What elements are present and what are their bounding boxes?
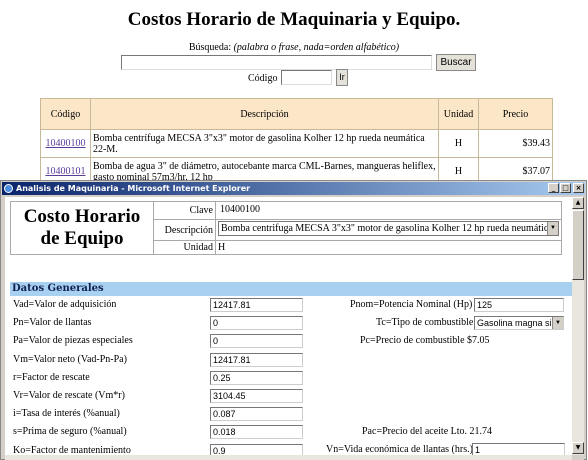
pnom-label: Pnom=Potencia Nominal (Hp) — [350, 299, 473, 310]
pac-text: Pac=Precio del aceite Lto. 21.74 — [362, 426, 493, 437]
field-input[interactable]: 0.087 — [210, 407, 303, 421]
window-heading: Costo Horario de Equipo — [10, 201, 154, 255]
field-input[interactable]: 12417.81 — [210, 353, 303, 367]
vertical-scrollbar[interactable]: ▲ ▼ — [572, 197, 584, 455]
close-icon[interactable]: × — [573, 183, 584, 193]
pnom-field[interactable]: 125 — [474, 298, 564, 312]
field-label: r=Factor de rescate — [13, 372, 90, 383]
clave-value: 10400100 — [218, 203, 298, 218]
results-table: Código Descripción Unidad Precio 1040010… — [40, 98, 553, 186]
window-titlebar[interactable]: Analisis de Maquinaria - Microsoft Inter… — [2, 182, 585, 195]
row-description: Bomba centrífuga MECSA 3"x3" motor de ga… — [90, 129, 439, 158]
tc-value: Gasolina magna sin... — [477, 318, 564, 328]
col-codigo: Código — [40, 98, 91, 130]
row-price: $39.43 — [478, 129, 553, 158]
scroll-thumb[interactable] — [572, 210, 584, 280]
ie-window: Analisis de Maquinaria - Microsoft Inter… — [0, 180, 587, 460]
code-link[interactable]: 10400101 — [46, 166, 86, 177]
horizontal-scrollbar[interactable] — [5, 455, 572, 460]
field-input[interactable]: 0.018 — [210, 425, 303, 439]
field-label: Vr=Valor de rescate (Vm*r) — [13, 390, 125, 401]
results-header-row: Código Descripción Unidad Precio — [40, 98, 553, 130]
ie-icon — [4, 184, 13, 193]
field-label: Pa=Valor de piezas especiales — [13, 335, 133, 346]
search-button[interactable]: Buscar — [436, 54, 476, 71]
field-input[interactable]: 3104.45 — [210, 389, 303, 403]
tc-select[interactable]: Gasolina magna sin... ▼ — [474, 316, 564, 330]
row-unit: H — [438, 129, 479, 158]
unidad-label: Unidad — [153, 240, 216, 255]
scroll-up-icon[interactable]: ▲ — [572, 197, 584, 209]
field-label: i=Tasa de interés (%anual) — [13, 408, 120, 419]
scroll-down-icon[interactable]: ▼ — [572, 442, 584, 454]
descripcion-select[interactable]: Bomba centrifuga MECSA 3"x3" motor de ga… — [218, 221, 559, 236]
field-label: Ko=Factor de mantenimiento — [13, 445, 131, 455]
minimize-icon[interactable]: _ — [548, 183, 559, 193]
descripcion-value: Bomba centrifuga MECSA 3"x3" motor de ga… — [221, 223, 559, 234]
col-precio: Precio — [478, 98, 553, 130]
window-title: Analisis de Maquinaria - Microsoft Inter… — [16, 184, 251, 193]
maximize-icon[interactable]: □ — [560, 183, 571, 193]
field-label: Pn=Valor de llantas — [13, 317, 92, 328]
field-label: Vad=Valor de adquisición — [13, 299, 117, 310]
col-descripcion: Descripción — [90, 98, 439, 130]
field-input[interactable]: 0 — [210, 316, 303, 330]
clave-label: Clave — [153, 201, 216, 220]
vn-label: Vn=Vida económica de llantas (hrs.) — [326, 444, 473, 455]
tc-label: Tc=Tipo de combustible — [376, 317, 474, 328]
field-input[interactable]: 0.25 — [210, 371, 303, 385]
page-title: Costos Horario de Maquinaria y Equipo. — [127, 9, 461, 30]
dropdown-arrow-icon[interactable]: ▼ — [552, 317, 563, 329]
unidad-value: H — [215, 240, 562, 255]
search-label: Búsqueda: — [188, 42, 232, 53]
ir-button[interactable]: Ir — [336, 69, 348, 86]
pc-text: Pc=Precio de combustible $7.05 — [360, 335, 490, 346]
section-datos-generales: Datos Generales — [10, 282, 572, 296]
search-hint: (palabra o frase, nada=orden alfabético) — [233, 42, 400, 53]
table-row: 10400100 Bomba centrífuga MECSA 3"x3" mo… — [40, 129, 553, 158]
field-input[interactable]: 0.9 — [210, 444, 303, 455]
codigo-label: Código — [248, 73, 278, 84]
col-unidad: Unidad — [438, 98, 479, 130]
window-content: Costo Horario de Equipo Clave 10400100 D… — [5, 197, 572, 455]
field-input[interactable]: 0 — [210, 334, 303, 348]
field-label: s=Prima de seguro (%anual) — [13, 426, 127, 437]
resize-grip[interactable] — [572, 455, 584, 460]
code-link[interactable]: 10400100 — [46, 138, 86, 149]
search-label-row: Búsqueda: (palabra o frase, nada=orden a… — [0, 42, 588, 53]
descripcion-label: Descripción — [153, 219, 216, 241]
search-input[interactable] — [121, 55, 432, 70]
dropdown-arrow-icon[interactable]: ▼ — [547, 222, 558, 235]
header-table: Costo Horario de Equipo Clave 10400100 D… — [10, 201, 562, 255]
codigo-input[interactable] — [281, 70, 332, 85]
field-label: Vm=Valor neto (Vad-Pn-Pa) — [13, 354, 127, 365]
vn-field[interactable]: 1 — [472, 443, 565, 455]
field-input[interactable]: 12417.81 — [210, 298, 303, 312]
